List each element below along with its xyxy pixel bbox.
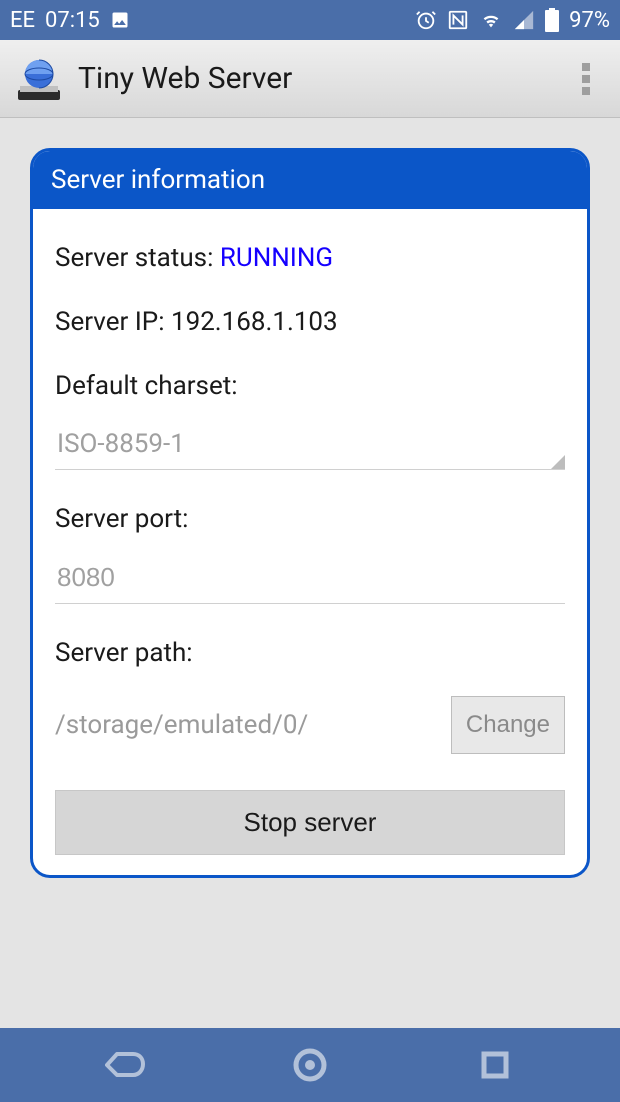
change-path-button[interactable]: Change [451, 696, 565, 754]
server-ip-row: Server IP: 192.168.1.103 [55, 307, 565, 337]
server-status-label: Server status: [55, 243, 220, 273]
alarm-icon [415, 9, 437, 31]
server-ip-value: 192.168.1.103 [171, 307, 338, 337]
signal-icon [513, 9, 535, 31]
stop-server-button[interactable]: Stop server [55, 790, 565, 855]
app-icon [14, 54, 64, 104]
card-header: Server information [33, 151, 587, 209]
app-title: Tiny Web Server [78, 61, 292, 96]
clock-label: 07:15 [45, 8, 100, 33]
charset-value: ISO-8859-1 [57, 429, 185, 459]
server-ip-label: Server IP: [55, 307, 171, 337]
server-status-row: Server status: RUNNING [55, 243, 565, 273]
android-navbar [0, 1028, 620, 1102]
server-status-value: RUNNING [220, 243, 333, 273]
carrier-label: EE [10, 8, 35, 33]
overflow-menu-button[interactable] [566, 59, 606, 99]
charset-label: Default charset: [55, 371, 565, 401]
path-value: /storage/emulated/0/ [55, 710, 441, 740]
port-input[interactable] [55, 554, 565, 604]
port-label: Server port: [55, 504, 565, 534]
android-statusbar: EE 07:15 97% [0, 0, 620, 40]
wifi-icon [479, 9, 503, 31]
charset-select[interactable]: ISO-8859-1 [55, 421, 565, 470]
home-button[interactable] [250, 1040, 370, 1090]
battery-icon [545, 8, 559, 32]
app-bar: Tiny Web Server [0, 40, 620, 118]
dropdown-arrow-icon [551, 455, 565, 469]
path-label: Server path: [55, 638, 565, 668]
content-area: Server information Server status: RUNNIN… [0, 118, 620, 1028]
battery-percent-label: 97% [569, 8, 610, 33]
back-button[interactable] [65, 1040, 185, 1090]
nfc-icon [447, 9, 469, 31]
image-notification-icon [110, 10, 130, 30]
recent-apps-button[interactable] [435, 1040, 555, 1090]
server-info-card: Server information Server status: RUNNIN… [30, 148, 590, 878]
